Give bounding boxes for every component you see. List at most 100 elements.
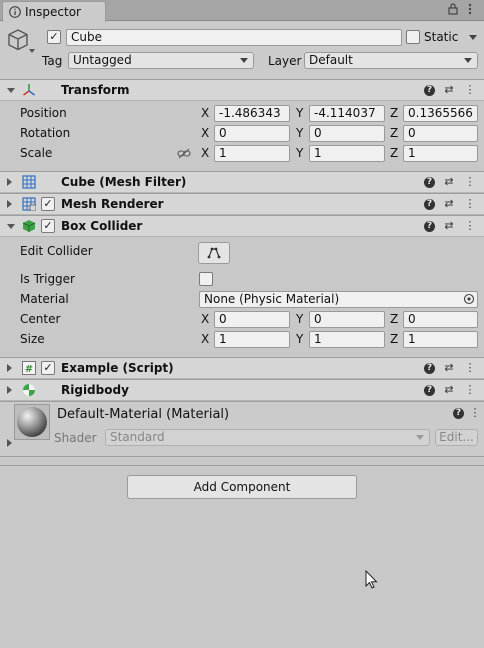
physic-material-field[interactable]: None (Physic Material) bbox=[199, 291, 478, 308]
position-y-label: Y bbox=[296, 106, 304, 120]
shader-dropdown[interactable]: Standard bbox=[105, 429, 430, 446]
mesh-filter-icon bbox=[22, 175, 36, 189]
foldout-closed-icon[interactable] bbox=[7, 200, 12, 208]
layer-dropdown[interactable]: Default bbox=[304, 52, 478, 69]
tab-inspector[interactable]: Inspector bbox=[2, 1, 106, 22]
constrain-proportions-icon[interactable] bbox=[177, 148, 191, 159]
center-x-label: X bbox=[201, 312, 210, 326]
scale-y-label: Y bbox=[296, 146, 304, 160]
kebab-menu-icon[interactable]: ⋮ bbox=[464, 383, 476, 397]
material-foldout-icon[interactable] bbox=[7, 439, 12, 447]
presets-icon[interactable]: ⇄ bbox=[443, 175, 455, 189]
position-y-field[interactable]: -4.114037 bbox=[309, 105, 385, 122]
mesh-renderer-title: Mesh Renderer bbox=[61, 197, 164, 211]
presets-icon[interactable]: ⇄ bbox=[443, 83, 455, 97]
cube-icon bbox=[8, 29, 28, 51]
presets-icon[interactable]: ⇄ bbox=[443, 219, 455, 233]
kebab-menu-icon[interactable]: ⋮ bbox=[464, 83, 476, 97]
object-name-field[interactable]: Cube bbox=[66, 29, 402, 46]
script-enabled-checkbox[interactable]: ✓ bbox=[41, 361, 55, 375]
foldout-closed-icon[interactable] bbox=[7, 178, 12, 186]
center-x-field[interactable]: 0 bbox=[214, 311, 290, 328]
static-checkbox[interactable] bbox=[406, 30, 420, 44]
rotation-x-field[interactable]: 0 bbox=[214, 125, 290, 142]
chevron-down-icon bbox=[240, 58, 248, 63]
box-collider-enabled-checkbox[interactable]: ✓ bbox=[41, 219, 55, 233]
kebab-menu-icon[interactable] bbox=[464, 3, 476, 16]
box-collider-icon bbox=[22, 220, 36, 232]
center-y-field[interactable]: 0 bbox=[309, 311, 385, 328]
script-title: Example (Script) bbox=[61, 361, 174, 375]
foldout-open-icon[interactable] bbox=[7, 224, 15, 229]
center-z-label: Z bbox=[390, 312, 399, 326]
presets-icon[interactable]: ⇄ bbox=[443, 197, 455, 211]
help-icon[interactable]: ? bbox=[424, 385, 435, 396]
rigidbody-title: Rigidbody bbox=[61, 383, 129, 397]
kebab-menu-icon[interactable]: ⋮ bbox=[464, 219, 476, 233]
size-y-label: Y bbox=[296, 332, 304, 346]
shader-edit-button[interactable]: Edit... bbox=[435, 429, 478, 446]
size-label: Size bbox=[20, 332, 45, 346]
tag-dropdown[interactable]: Untagged bbox=[68, 52, 254, 69]
layer-label: Layer bbox=[268, 54, 302, 68]
size-x-field[interactable]: 1 bbox=[214, 331, 290, 348]
center-label: Center bbox=[20, 312, 61, 326]
kebab-menu-icon[interactable]: ⋮ bbox=[464, 361, 476, 375]
rotation-z-field[interactable]: 0 bbox=[403, 125, 478, 142]
foldout-closed-icon[interactable] bbox=[7, 386, 12, 394]
script-header[interactable]: # ✓ Example (Script) ? ⇄ ⋮ bbox=[0, 357, 484, 379]
size-y-field[interactable]: 1 bbox=[309, 331, 385, 348]
tab-title: Inspector bbox=[25, 5, 81, 19]
rotation-y-field[interactable]: 0 bbox=[309, 125, 385, 142]
kebab-menu-icon[interactable]: ⋮ bbox=[469, 406, 481, 420]
help-icon[interactable]: ? bbox=[424, 199, 435, 210]
size-z-field[interactable]: 1 bbox=[403, 331, 478, 348]
position-x-label: X bbox=[201, 106, 210, 120]
kebab-menu-icon[interactable]: ⋮ bbox=[464, 175, 476, 189]
presets-icon[interactable]: ⇄ bbox=[443, 383, 455, 397]
rigidbody-icon bbox=[23, 384, 35, 396]
transform-header[interactable]: Transform ? ⇄ ⋮ bbox=[0, 79, 484, 101]
info-icon bbox=[9, 6, 21, 18]
position-label: Position bbox=[20, 106, 67, 120]
edit-collider-button[interactable] bbox=[198, 242, 230, 264]
script-icon: # bbox=[22, 361, 36, 375]
is-trigger-checkbox[interactable] bbox=[199, 272, 213, 286]
presets-icon[interactable]: ⇄ bbox=[443, 361, 455, 375]
position-z-field[interactable]: 0.1365566 bbox=[403, 105, 478, 122]
chevron-down-icon bbox=[416, 435, 424, 440]
mesh-filter-header[interactable]: Cube (Mesh Filter) ? ⇄ ⋮ bbox=[0, 171, 484, 193]
kebab-menu-icon[interactable]: ⋮ bbox=[464, 197, 476, 211]
help-icon[interactable]: ? bbox=[424, 363, 435, 374]
rigidbody-header[interactable]: Rigidbody ? ⇄ ⋮ bbox=[0, 379, 484, 401]
box-collider-header[interactable]: ✓ Box Collider ? ⇄ ⋮ bbox=[0, 215, 484, 237]
center-z-field[interactable]: 0 bbox=[403, 311, 478, 328]
static-dropdown-arrow[interactable] bbox=[469, 35, 477, 40]
position-x-field[interactable]: -1.486343 bbox=[214, 105, 290, 122]
help-icon[interactable]: ? bbox=[424, 177, 435, 188]
material-preview bbox=[14, 404, 50, 440]
scale-z-label: Z bbox=[390, 146, 399, 160]
rotation-x-label: X bbox=[201, 126, 210, 140]
lock-icon[interactable] bbox=[447, 3, 459, 16]
mesh-renderer-header[interactable]: ✓ Mesh Renderer ? ⇄ ⋮ bbox=[0, 193, 484, 215]
scale-x-label: X bbox=[201, 146, 210, 160]
scale-x-field[interactable]: 1 bbox=[214, 145, 290, 162]
transform-icon bbox=[23, 84, 35, 96]
transform-title: Transform bbox=[61, 83, 130, 97]
active-checkbox[interactable]: ✓ bbox=[47, 30, 61, 44]
object-icon-dropdown-arrow[interactable] bbox=[29, 49, 35, 53]
scale-z-field[interactable]: 1 bbox=[403, 145, 478, 162]
foldout-closed-icon[interactable] bbox=[7, 364, 12, 372]
foldout-open-icon[interactable] bbox=[7, 88, 15, 93]
help-icon[interactable]: ? bbox=[424, 221, 435, 232]
mesh-renderer-enabled-checkbox[interactable]: ✓ bbox=[41, 197, 55, 211]
add-component-button[interactable]: Add Component bbox=[127, 475, 357, 499]
help-icon[interactable]: ? bbox=[424, 85, 435, 96]
object-picker-icon[interactable] bbox=[463, 293, 475, 305]
help-icon[interactable]: ? bbox=[453, 408, 464, 419]
shader-value: Standard bbox=[110, 430, 165, 444]
scale-y-field[interactable]: 1 bbox=[309, 145, 385, 162]
scale-label: Scale bbox=[20, 146, 53, 160]
size-x-label: X bbox=[201, 332, 210, 346]
